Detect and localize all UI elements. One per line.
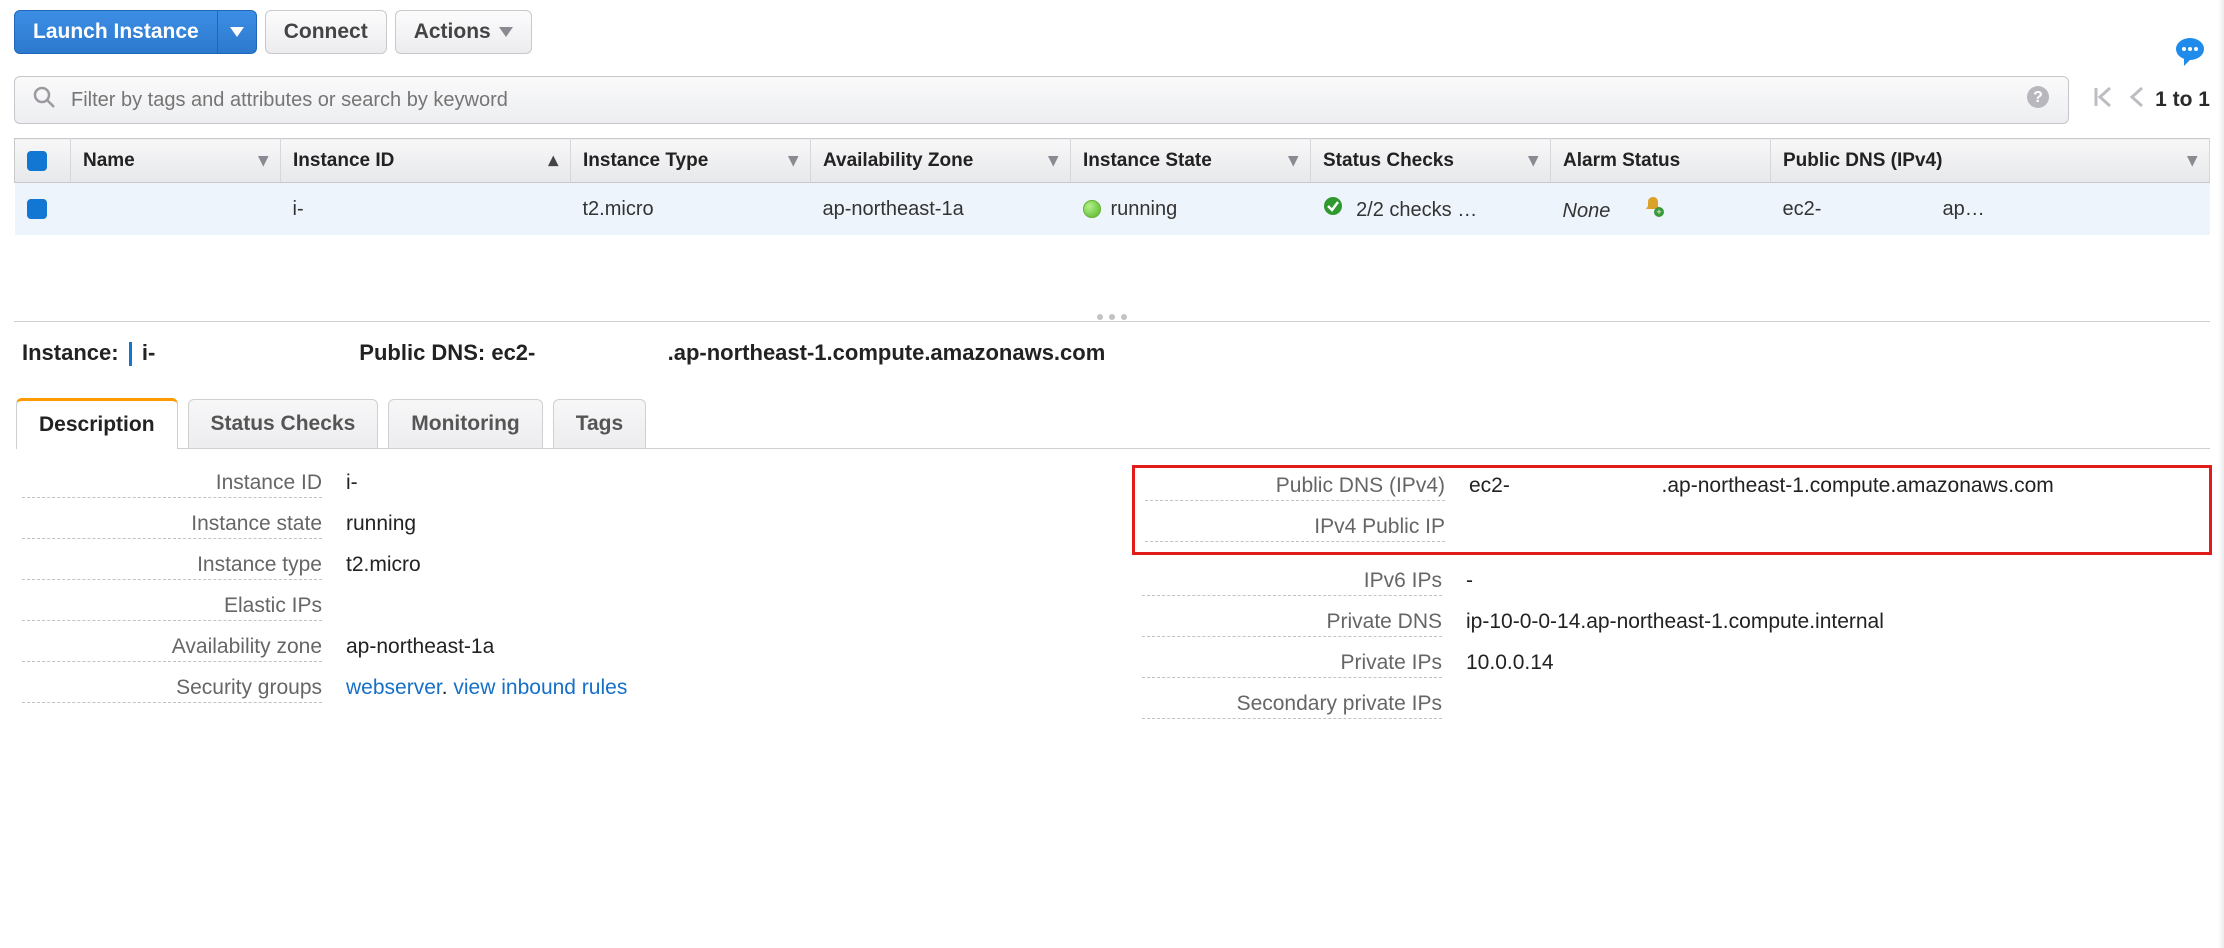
col-alarm-status[interactable]: Alarm Status <box>1551 139 1771 183</box>
toolbar: Launch Instance Connect Actions <box>14 10 2210 54</box>
drag-handle-icon[interactable] <box>1097 314 1127 320</box>
detail-tabs: Description Status Checks Monitoring Tag… <box>16 398 2210 449</box>
col-name[interactable]: Name▾ <box>71 139 281 183</box>
detail-instance-label: Instance: <box>22 340 119 365</box>
col-instance-type[interactable]: Instance Type▾ <box>571 139 811 183</box>
sort-icon: ▾ <box>1528 149 1538 172</box>
kv-instance-id: Instance IDi- <box>22 471 1082 498</box>
instances-table: Name▾ Instance ID▴ Instance Type▾ Availa… <box>14 138 2210 235</box>
kv-private-ips: Private IPs10.0.0.14 <box>1142 651 2202 678</box>
kv-availability-zone: Availability zoneap-northeast-1a <box>22 635 1082 662</box>
cell-state: running <box>1071 183 1311 236</box>
detail-dns-prefix: ec2- <box>491 340 535 365</box>
connect-button[interactable]: Connect <box>265 10 387 54</box>
col-state[interactable]: Instance State▾ <box>1071 139 1311 183</box>
col-checkbox[interactable] <box>15 139 71 183</box>
pager: 1 to 1 <box>2087 79 2210 121</box>
page-first-icon[interactable] <box>2087 79 2119 121</box>
kv-instance-type: Instance typet2.micro <box>22 553 1082 580</box>
col-instance-id[interactable]: Instance ID▴ <box>281 139 571 183</box>
detail-dns-label: Public DNS: <box>359 340 485 365</box>
col-az[interactable]: Availability Zone▾ <box>811 139 1071 183</box>
sort-icon: ▾ <box>1288 149 1298 172</box>
public-ip-highlight: Public DNS (IPv4) ec2- .ap-northeast-1.c… <box>1132 465 2212 555</box>
view-inbound-rules-link[interactable]: view inbound rules <box>453 676 627 699</box>
check-circle-icon <box>1323 199 1349 221</box>
actions-button[interactable]: Actions <box>395 10 532 54</box>
description-right-column: Public DNS (IPv4) ec2- .ap-northeast-1.c… <box>1142 471 2202 733</box>
cell-az: ap-northeast-1a <box>811 183 1071 236</box>
tab-tags[interactable]: Tags <box>553 399 646 448</box>
alarm-add-icon[interactable]: + <box>1642 200 1664 222</box>
tab-description[interactable]: Description <box>16 398 178 449</box>
splitter[interactable] <box>14 321 2210 322</box>
state-running-icon <box>1083 200 1101 218</box>
select-all-checkbox[interactable] <box>27 151 47 171</box>
detail-header: Instance: i- Public DNS: ec2- .ap-northe… <box>14 322 2210 366</box>
detail-instance-id: i- <box>142 340 155 365</box>
cell-name <box>71 183 281 236</box>
tab-status-checks[interactable]: Status Checks <box>188 399 379 448</box>
launch-instance-dropdown-button[interactable] <box>218 10 257 54</box>
sort-icon: ▾ <box>258 149 268 172</box>
kv-public-ip: IPv4 Public IP <box>1145 515 2199 542</box>
page-prev-icon[interactable] <box>2123 79 2151 121</box>
kv-private-dns: Private DNSip-10-0-0-14.ap-northeast-1.c… <box>1142 610 2202 637</box>
security-group-link[interactable]: webserver <box>346 676 442 699</box>
caret-down-icon <box>499 27 513 37</box>
search-icon <box>33 86 55 114</box>
sort-icon: ▾ <box>788 149 798 172</box>
row-checkbox[interactable] <box>27 199 47 219</box>
launch-instance-group: Launch Instance <box>14 10 257 54</box>
kv-elastic-ips: Elastic IPs <box>22 594 1082 621</box>
kv-public-dns: Public DNS (IPv4) ec2- .ap-northeast-1.c… <box>1145 474 2199 501</box>
caret-down-icon <box>230 27 244 37</box>
help-icon[interactable]: ? <box>2026 85 2050 115</box>
sort-icon: ▾ <box>2187 149 2197 172</box>
actions-label: Actions <box>414 20 491 44</box>
svg-text:+: + <box>1656 207 1661 217</box>
cell-alarm-status: None + <box>1551 183 1771 236</box>
tab-monitoring[interactable]: Monitoring <box>388 399 542 448</box>
search-input[interactable] <box>69 88 2012 113</box>
filter-row: ? 1 to 1 <box>14 76 2210 124</box>
cell-status-checks: 2/2 checks … <box>1311 183 1551 236</box>
filter-box[interactable]: ? <box>14 76 2069 124</box>
kv-security-groups: Security groupswebserver. view inbound r… <box>22 676 1082 703</box>
cell-instance-id: i- <box>281 183 571 236</box>
col-status-checks[interactable]: Status Checks▾ <box>1311 139 1551 183</box>
kv-ipv6: IPv6 IPs- <box>1142 569 2202 596</box>
cell-public-dns: ec2- ap… <box>1771 183 2210 236</box>
table-header-row: Name▾ Instance ID▴ Instance Type▾ Availa… <box>15 139 2210 183</box>
svg-text:?: ? <box>2033 89 2043 106</box>
cell-instance-type: t2.micro <box>571 183 811 236</box>
col-public-dns[interactable]: Public DNS (IPv4)▾ <box>1771 139 2210 183</box>
kv-instance-state: Instance staterunning <box>22 512 1082 539</box>
description-panel: Instance IDi- Instance staterunning Inst… <box>14 449 2210 733</box>
text-cursor-icon <box>129 342 132 366</box>
kv-secondary-private-ips: Secondary private IPs <box>1142 692 2202 719</box>
description-left-column: Instance IDi- Instance staterunning Inst… <box>22 471 1082 733</box>
sort-asc-icon: ▴ <box>548 149 558 172</box>
launch-instance-button[interactable]: Launch Instance <box>14 10 218 54</box>
feedback-icon[interactable] <box>2174 36 2206 74</box>
detail-dns-suffix: .ap-northeast-1.compute.amazonaws.com <box>668 340 1106 365</box>
page-range-label: 1 to 1 <box>2155 88 2210 112</box>
table-row[interactable]: i- t2.micro ap-northeast-1a running 2/2 … <box>15 183 2210 236</box>
sort-icon: ▾ <box>1048 149 1058 172</box>
